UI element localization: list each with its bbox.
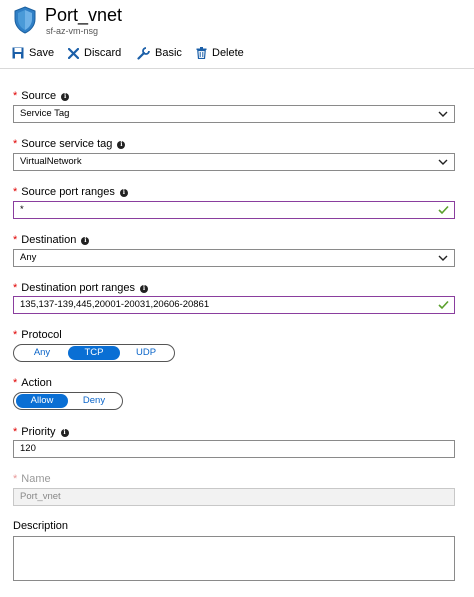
discard-label: Discard	[84, 47, 122, 59]
destination-value: Any	[20, 252, 37, 263]
protocol-label: * Protocol	[13, 329, 62, 341]
discard-button[interactable]: Discard	[68, 42, 121, 64]
source-select[interactable]: Service Tag	[13, 105, 455, 123]
required-asterisk: *	[13, 90, 18, 102]
required-asterisk: *	[13, 234, 18, 246]
checkmark-icon	[438, 300, 449, 310]
description-label: Description	[13, 520, 69, 532]
required-asterisk: *	[13, 426, 18, 438]
basic-button[interactable]: Basic	[137, 42, 182, 64]
trash-icon	[196, 47, 207, 59]
wrench-icon	[137, 46, 150, 60]
name-input: Port_vnet	[13, 488, 455, 506]
close-icon	[68, 47, 79, 59]
priority-label: * Priority i	[13, 426, 69, 439]
info-icon[interactable]: i	[60, 428, 69, 437]
chevron-down-icon	[438, 111, 448, 117]
destination-port-ranges-input[interactable]: 135,137-139,445,20001-20031,20606-20861	[13, 296, 455, 314]
required-asterisk: *	[13, 282, 18, 294]
blade-header: Port_vnet sf-az-vm-nsg	[0, 0, 474, 40]
name-label: * Name	[13, 473, 51, 485]
required-asterisk: *	[13, 329, 18, 341]
action-option-allow[interactable]: Allow	[16, 394, 68, 408]
required-asterisk: *	[13, 377, 18, 389]
action-toggle: Allow Deny	[13, 392, 123, 410]
rule-editor-page: Port_vnet sf-az-vm-nsg Save Discard Basi…	[0, 0, 474, 597]
info-icon[interactable]: i	[117, 140, 126, 149]
chevron-down-icon	[438, 255, 448, 261]
required-asterisk: *	[13, 138, 18, 150]
required-asterisk: *	[13, 473, 18, 485]
toolbar-divider	[0, 68, 474, 69]
destination-port-ranges-label: * Destination port ranges i	[13, 282, 149, 295]
save-button[interactable]: Save	[12, 42, 54, 64]
source-label: * Source i	[13, 90, 70, 103]
destination-select[interactable]: Any	[13, 249, 455, 267]
description-textarea[interactable]	[13, 536, 455, 581]
page-subtitle: sf-az-vm-nsg	[46, 26, 99, 36]
destination-label: * Destination i	[13, 234, 90, 247]
save-icon	[12, 47, 24, 59]
delete-label: Delete	[212, 47, 244, 59]
chevron-down-icon	[438, 159, 448, 165]
info-icon[interactable]: i	[119, 188, 128, 197]
destination-port-ranges-value: 135,137-139,445,20001-20031,20606-20861	[20, 299, 210, 310]
info-icon[interactable]: i	[140, 284, 149, 293]
checkmark-icon	[438, 205, 449, 215]
name-value: Port_vnet	[20, 491, 61, 502]
source-port-ranges-label: * Source port ranges i	[13, 186, 128, 199]
save-label: Save	[29, 47, 55, 59]
action-option-deny[interactable]: Deny	[68, 394, 120, 408]
source-service-tag-value: VirtualNetwork	[20, 156, 82, 167]
source-port-ranges-value: *	[20, 204, 24, 215]
priority-value: 120	[20, 443, 36, 454]
shield-icon	[14, 6, 36, 34]
delete-button[interactable]: Delete	[196, 42, 244, 64]
source-port-ranges-input[interactable]: *	[13, 201, 455, 219]
page-title: Port_vnet	[45, 5, 123, 25]
source-service-tag-label: * Source service tag i	[13, 138, 126, 151]
required-asterisk: *	[13, 186, 18, 198]
protocol-option-tcp[interactable]: TCP	[68, 346, 120, 360]
priority-input[interactable]: 120	[13, 440, 455, 458]
protocol-toggle: Any TCP UDP	[13, 344, 175, 362]
info-icon[interactable]: i	[81, 236, 90, 245]
info-icon[interactable]: i	[61, 92, 70, 101]
protocol-option-any[interactable]: Any	[16, 346, 68, 360]
source-value: Service Tag	[20, 108, 70, 119]
source-service-tag-select[interactable]: VirtualNetwork	[13, 153, 455, 171]
command-bar: Save Discard Basic Delete	[0, 42, 474, 64]
protocol-option-udp[interactable]: UDP	[120, 346, 172, 360]
action-label: * Action	[13, 377, 52, 389]
basic-label: Basic	[155, 47, 182, 59]
